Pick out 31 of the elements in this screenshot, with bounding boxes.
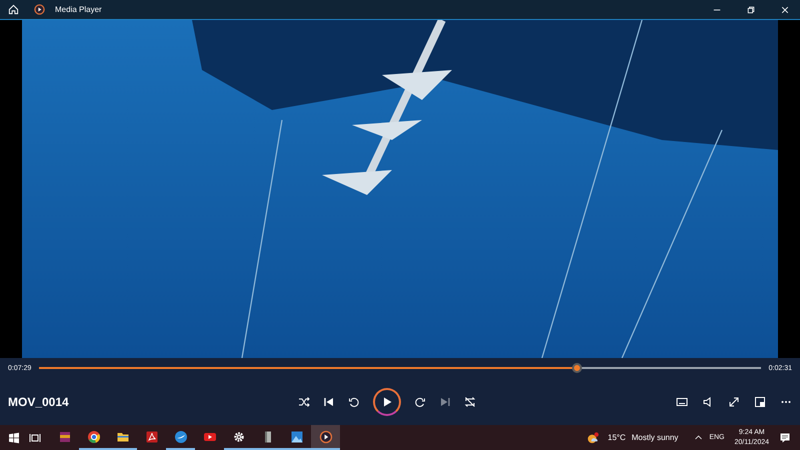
track-title: MOV_0014: [8, 394, 70, 408]
next-icon[interactable]: [439, 396, 451, 408]
close-icon[interactable]: [781, 6, 789, 14]
play-icon: [381, 396, 393, 408]
rewind-10-icon[interactable]: [348, 396, 360, 408]
subtitles-icon[interactable]: [676, 396, 688, 408]
task-view-icon[interactable]: [29, 432, 41, 444]
fullscreen-icon[interactable]: [728, 396, 740, 408]
home-icon[interactable]: [8, 4, 19, 15]
repeat-off-icon[interactable]: [464, 396, 476, 408]
restore-icon[interactable]: [747, 6, 755, 14]
shuffle-icon[interactable]: [298, 396, 310, 408]
pdf-icon: [144, 430, 158, 444]
weather-temperature: 15°C: [608, 433, 626, 442]
browser-logo-icon: [86, 430, 100, 444]
taskbar-app[interactable]: [311, 425, 340, 450]
previous-icon[interactable]: [323, 396, 335, 408]
forward-30-icon[interactable]: [414, 396, 426, 408]
play-logo-icon: [318, 430, 332, 444]
play-button[interactable]: [373, 388, 401, 416]
notifications-icon[interactable]: [779, 432, 791, 444]
gear-icon: [232, 430, 246, 444]
weather-sun-icon: [586, 432, 599, 444]
chevron-up-icon[interactable]: [694, 433, 704, 442]
mini-view-icon[interactable]: [754, 396, 766, 408]
weather-condition: Mostly sunny: [632, 433, 678, 442]
photo-icon: [290, 430, 304, 444]
window-title: Media Player: [55, 5, 102, 14]
windows-start-icon[interactable]: [8, 432, 20, 444]
seek-thumb[interactable]: [572, 363, 582, 373]
play-logo-icon: [34, 4, 45, 15]
